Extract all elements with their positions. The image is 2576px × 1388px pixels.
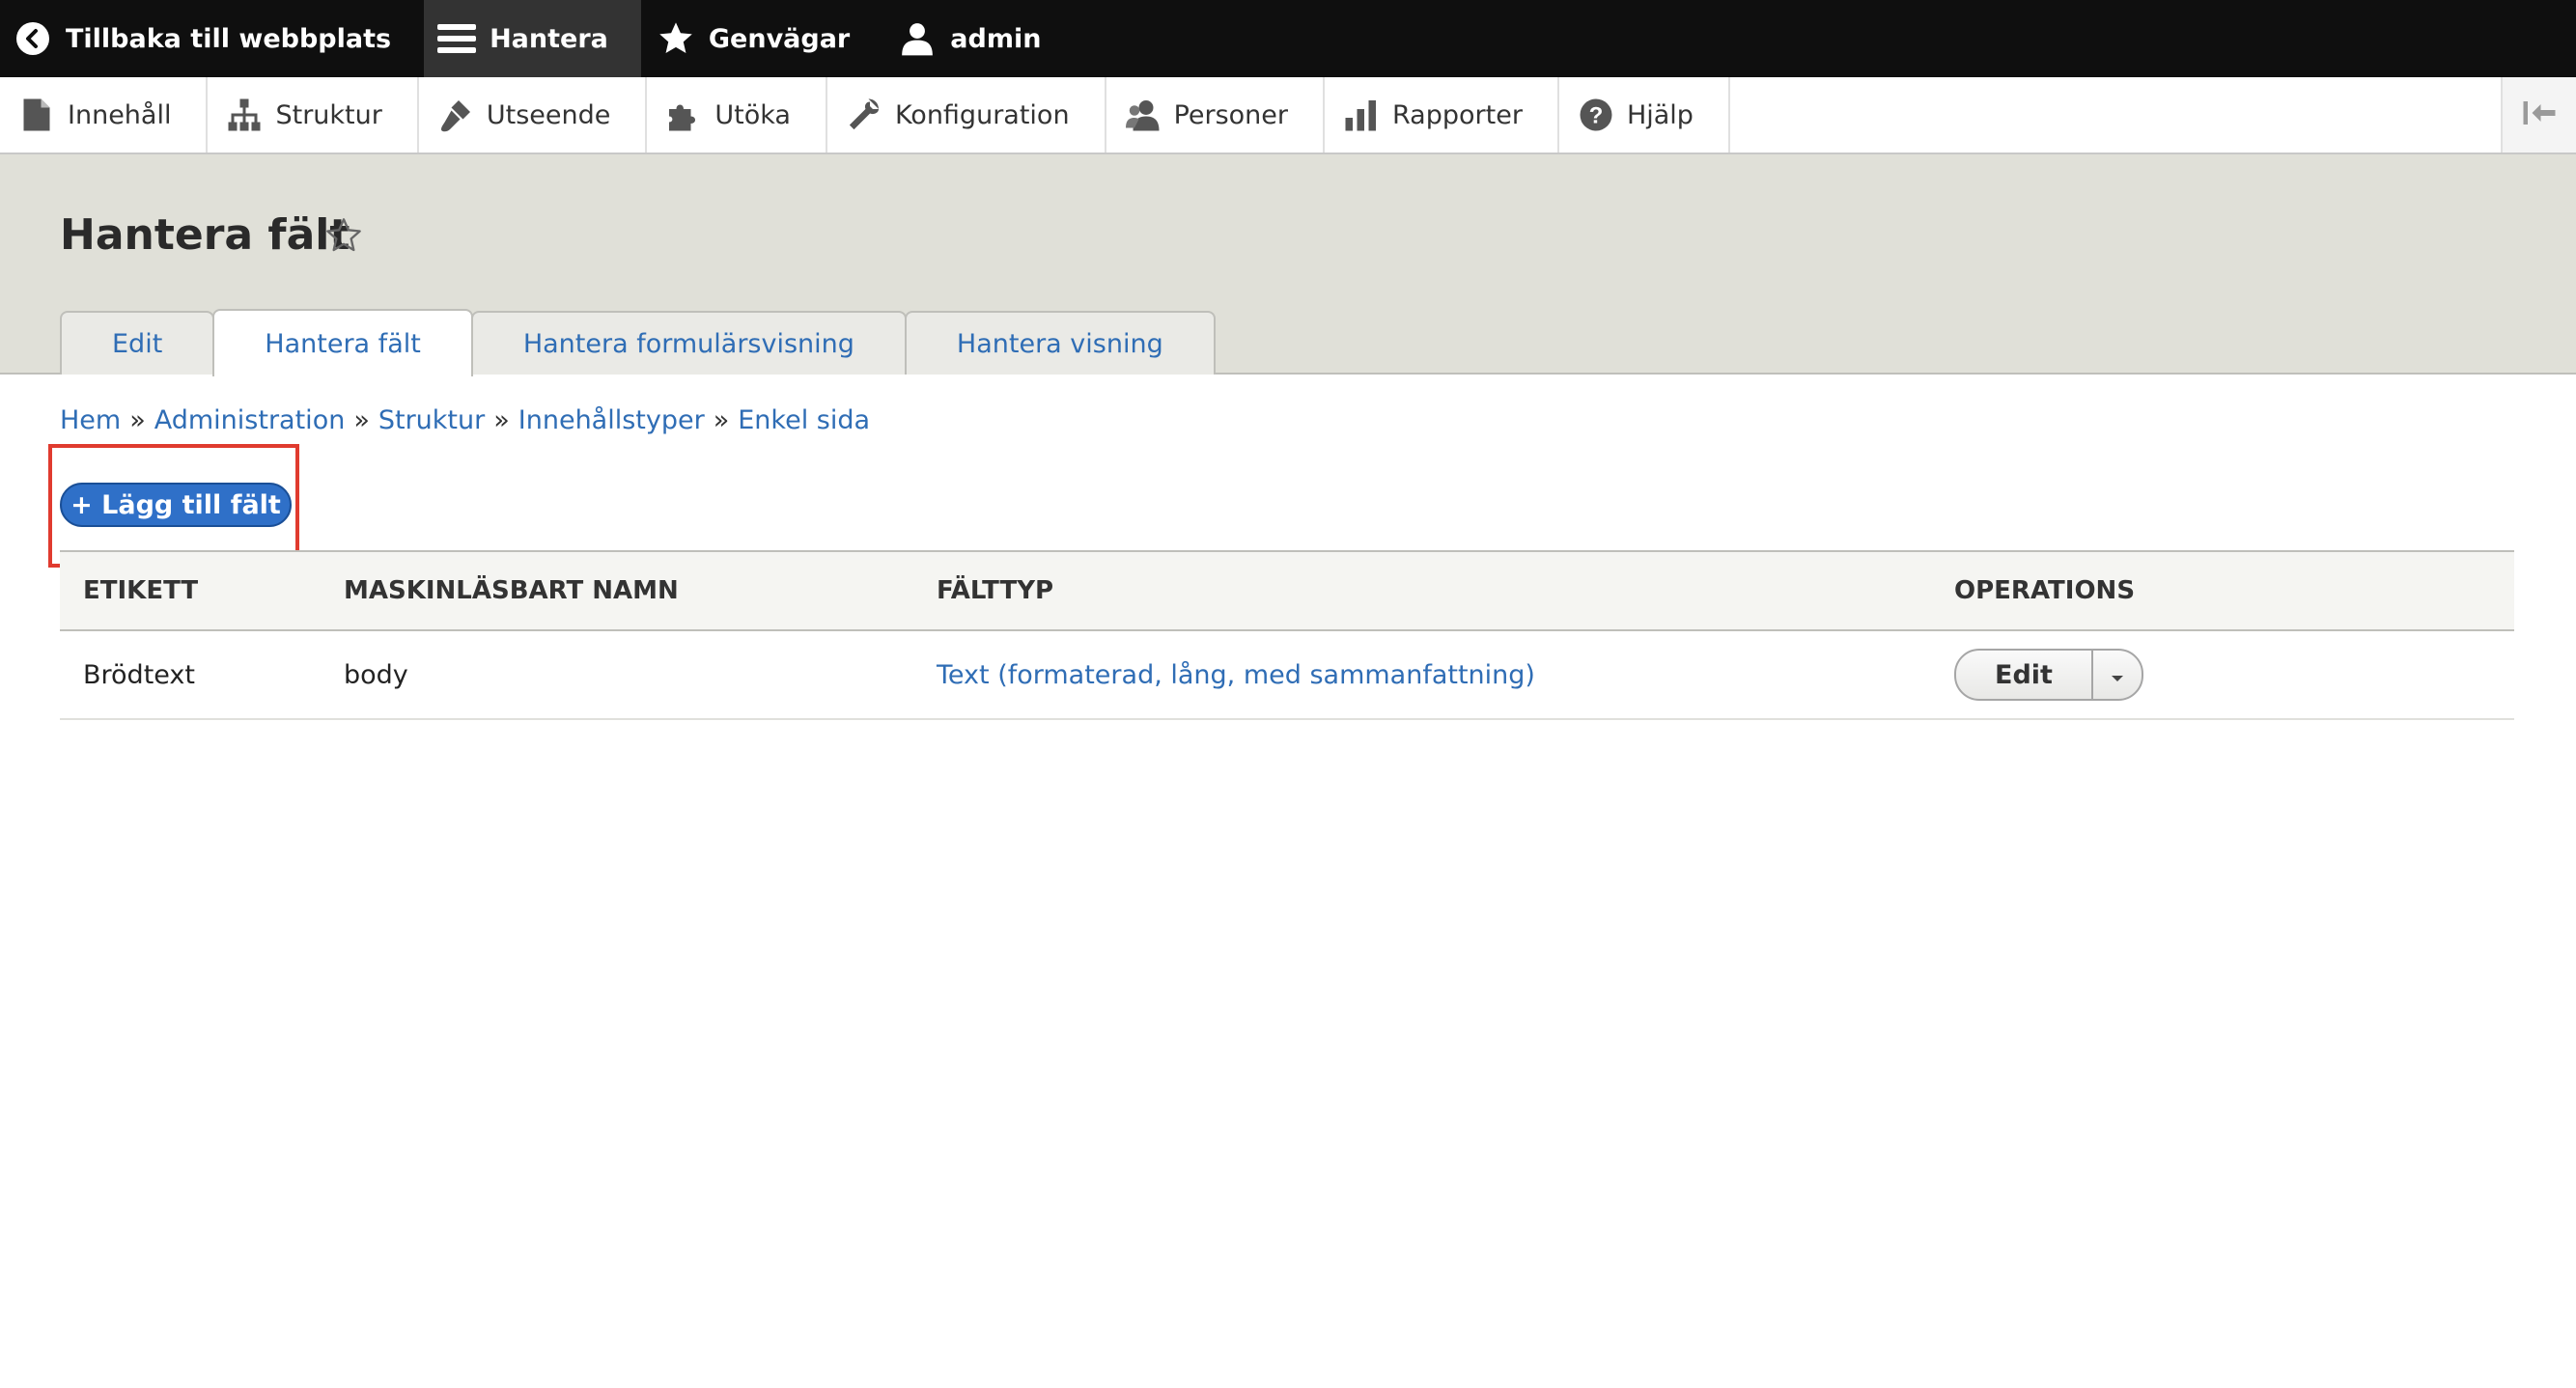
caret-down-icon [2110,660,2125,690]
tray-item-appearance[interactable]: Utseende [419,77,648,153]
tray-item-label: Konfiguration [894,99,1070,130]
star-icon [657,19,695,58]
operations-cell: Edit [1931,630,2514,719]
file-icon [17,96,56,134]
tray-item-help[interactable]: ? Hjälp [1559,77,1730,153]
tray-item-label: Innehåll [68,99,172,130]
people-icon [1124,96,1162,134]
fields-table: ETIKETT MASKINLÄSBART NAMN FÄLTTYP OPERA… [60,550,2514,720]
tray-item-content[interactable]: Innehåll [0,77,209,153]
manage-label: Hantera [490,23,608,54]
wrench-icon [845,96,883,134]
bar-chart-icon [1342,96,1381,134]
tray-item-structure[interactable]: Struktur [208,77,419,153]
shortcuts-label: Genvägar [708,23,851,54]
admin-toolbar: Tillbaka till webbplats Hantera Genvägar… [0,0,2576,77]
page-title: Hantera fält [60,210,350,260]
tab-edit[interactable]: Edit [60,311,215,375]
edit-field-button[interactable]: Edit [1956,651,2091,699]
back-to-site-link[interactable]: Tillbaka till webbplats [0,0,424,77]
operations-dropbutton: Edit [1954,649,2143,701]
breadcrumb-content-types[interactable]: Innehållstyper [518,405,705,435]
sitemap-icon [225,96,264,134]
add-field-button[interactable]: + Lägg till fält [60,483,292,527]
tab-manage-fields[interactable]: Hantera fält [212,309,473,376]
puzzle-icon [664,96,703,134]
table-row: Brödtext body Text (formaterad, lång, me… [60,630,2514,719]
breadcrumb-separator: » [129,405,146,435]
tray-item-extend[interactable]: Utöka [647,77,827,153]
field-machine-name-cell: body [344,659,408,690]
tray-item-people[interactable]: Personer [1106,77,1326,153]
tray-item-reports[interactable]: Rapporter [1325,77,1559,153]
field-type-cell: Text (formaterad, lång, med sammanfattni… [913,630,1931,719]
paintbrush-icon [436,96,475,134]
breadcrumb-basic-page[interactable]: Enkel sida [738,405,870,435]
help-icon: ? [1577,96,1615,134]
user-label: admin [950,23,1042,54]
chevron-left-circle-icon [14,19,52,58]
field-label-cell: Brödtext [83,659,195,690]
back-to-site-label: Tillbaka till webbplats [66,23,392,54]
tray-item-label: Utöka [714,99,791,130]
breadcrumb-separator: » [353,405,370,435]
hamburger-icon [437,19,477,58]
shortcuts-tab[interactable]: Genvägar [641,0,882,77]
manage-menu-tab[interactable]: Hantera [424,0,641,77]
breadcrumb-separator: » [493,405,510,435]
tray-item-label: Hjälp [1626,99,1694,130]
table-header-row: ETIKETT MASKINLÄSBART NAMN FÄLTTYP OPERA… [60,551,2514,630]
admin-tray: Innehåll Struktur Utseende Utöka Konfigu… [0,77,2576,154]
user-tab[interactable]: admin [882,0,1074,77]
page-header: Hantera fält Edit Hantera fält Hantera f… [0,154,2576,376]
breadcrumb-home[interactable]: Hem [60,405,121,435]
column-header-field-type: FÄLTTYP [937,576,1054,605]
star-outline-icon[interactable] [324,216,363,255]
tray-item-label: Rapporter [1392,99,1523,130]
breadcrumb-structure[interactable]: Struktur [378,405,485,435]
breadcrumb-administration[interactable]: Administration [154,405,346,435]
tray-item-label: Struktur [275,99,382,130]
column-header-operations: OPERATIONS [1954,576,2136,605]
tray-item-label: Utseende [486,99,611,130]
tab-manage-form-display[interactable]: Hantera formulärsvisning [470,311,907,375]
primary-tabs: Edit Hantera fält Hantera formulärsvisni… [60,307,1216,376]
operations-dropdown-toggle[interactable] [2090,651,2142,699]
tab-manage-display[interactable]: Hantera visning [904,311,1216,375]
tray-orientation-toggle[interactable] [2501,77,2576,153]
tray-item-configuration[interactable]: Konfiguration [827,77,1106,153]
breadcrumb-separator: » [713,405,730,435]
tray-item-label: Personer [1173,99,1289,130]
user-icon [898,19,937,58]
breadcrumb: Hem » Administration » Struktur » Innehå… [60,405,870,435]
collapse-arrow-icon [2522,99,2557,130]
svg-text:?: ? [1589,102,1604,128]
column-header-machine-name: MASKINLÄSBART NAMN [344,576,679,605]
column-header-label: ETIKETT [83,576,199,605]
field-type-link[interactable]: Text (formaterad, lång, med sammanfattni… [937,660,1535,690]
